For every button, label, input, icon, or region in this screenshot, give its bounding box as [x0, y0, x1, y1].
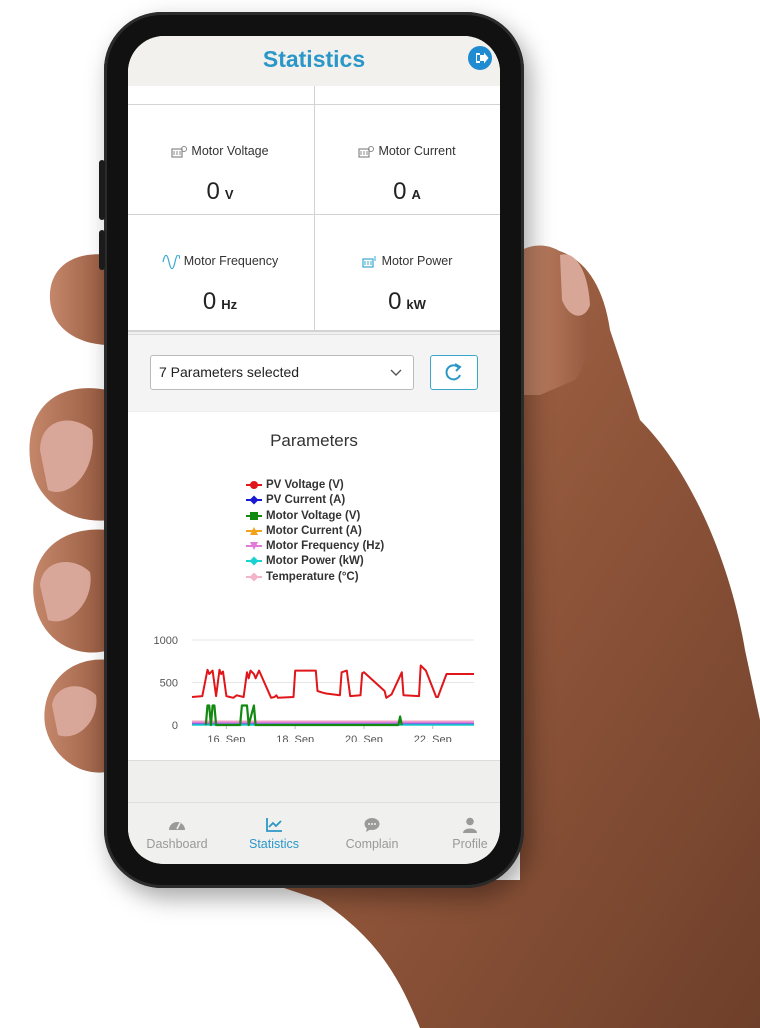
- nav-label: Complain: [345, 837, 399, 851]
- metric-unit: V: [224, 187, 234, 202]
- metric-value: 0: [388, 288, 402, 315]
- legend-swatch: [246, 480, 262, 489]
- metric-label: Motor Current: [378, 144, 456, 158]
- wave-icon: [162, 254, 180, 269]
- x-tick-label: 16. Sep: [207, 734, 245, 742]
- nav-complain[interactable]: Complain: [327, 817, 417, 851]
- series-line: [191, 664, 474, 699]
- legend-swatch: [246, 572, 262, 582]
- grid-divider: [128, 330, 500, 332]
- motor-icon: [361, 255, 376, 268]
- legend-swatch: [246, 511, 262, 520]
- legend-swatch: [246, 542, 262, 551]
- metric-motor-power: Motor Power 0 kW: [315, 216, 499, 324]
- chart-icon: [266, 818, 282, 832]
- legend-label: Motor Voltage (V): [266, 509, 361, 522]
- app-header: Statistics: [128, 36, 500, 86]
- y-tick-label: 0: [172, 720, 178, 732]
- bottom-navigation: Dashboard Statistics Complain Profile: [128, 802, 500, 864]
- user-icon: [463, 817, 477, 833]
- legend-item[interactable]: Temperature (°C): [246, 571, 384, 586]
- side-button: [99, 230, 105, 270]
- volume-button: [99, 160, 105, 220]
- parameter-select[interactable]: 7 Parameters selected: [150, 355, 414, 390]
- chevron-down-icon: [390, 369, 402, 376]
- metric-unit: Hz: [221, 297, 238, 312]
- grid-divider: [128, 104, 500, 105]
- parameter-selector-row: 7 Parameters selected: [128, 334, 500, 411]
- legend-item[interactable]: Motor Power (kW): [246, 555, 384, 570]
- legend-label: PV Voltage (V): [266, 479, 344, 491]
- parameters-chart: 1000500016. Sep18. Sep20. Sep22. SepTime: [154, 635, 474, 742]
- nav-statistics[interactable]: Statistics: [229, 817, 319, 851]
- metric-motor-current: Motor Current 0A: [315, 106, 499, 214]
- legend-item[interactable]: PV Current (A): [246, 494, 384, 509]
- parameter-select-value: 7 Parameters selected: [159, 364, 300, 380]
- dashboard-icon: [169, 822, 185, 830]
- legend-item[interactable]: Motor Frequency (Hz): [246, 540, 384, 555]
- legend-label: PV Current (A): [266, 494, 346, 507]
- logout-icon[interactable]: [468, 46, 492, 70]
- x-tick-label: 22. Sep: [414, 734, 452, 742]
- nav-profile[interactable]: Profile: [425, 817, 500, 851]
- grid-divider: [128, 214, 500, 215]
- metric-label: Motor Power: [381, 254, 453, 268]
- nav-dashboard[interactable]: Dashboard: [132, 817, 222, 851]
- x-tick-label: 20. Sep: [345, 734, 383, 742]
- metric-label: Motor Frequency: [183, 254, 279, 268]
- nav-label: Statistics: [248, 837, 299, 851]
- motor-icon: [171, 145, 188, 158]
- legend-label: Temperature (°C): [266, 570, 359, 583]
- nav-label: Dashboard: [146, 837, 208, 851]
- app-screen: Statistics Motor Voltage 0V Motor Curren…: [128, 36, 500, 864]
- refresh-icon: [445, 363, 462, 381]
- motor-icon: [358, 145, 375, 158]
- metric-value: 0: [202, 288, 217, 315]
- legend-item[interactable]: Motor Current (A): [246, 525, 384, 540]
- legend-swatch: [246, 556, 262, 566]
- metrics-grid: Motor Voltage 0V Motor Current 0A Motor …: [128, 86, 500, 332]
- legend-item[interactable]: Motor Voltage (V): [246, 510, 384, 525]
- metric-unit: kW: [406, 297, 426, 312]
- legend-item[interactable]: PV Voltage (V): [246, 479, 384, 494]
- y-tick-label: 1000: [154, 635, 178, 647]
- logout-arrow-icon: [476, 52, 489, 64]
- metric-value: 0: [206, 178, 220, 205]
- metric-unit: A: [411, 187, 421, 202]
- x-tick-label: 18. Sep: [276, 734, 314, 742]
- chat-icon: [364, 818, 380, 832]
- legend-swatch: [246, 526, 262, 535]
- nav-label: Profile: [452, 837, 488, 851]
- metric-motor-frequency: Motor Frequency 0 Hz: [128, 216, 312, 324]
- metric-value: 0: [393, 178, 407, 205]
- metric-label: Motor Voltage: [191, 144, 269, 158]
- legend-label: Motor Power (kW): [266, 555, 364, 568]
- refresh-button[interactable]: [430, 355, 478, 390]
- y-tick-label: 500: [160, 678, 178, 690]
- chart-title: Parameters: [270, 431, 358, 450]
- legend-swatch: [246, 495, 262, 505]
- page-title: Statistics: [262, 46, 366, 72]
- metric-motor-voltage: Motor Voltage 0V: [128, 106, 312, 214]
- legend-label: Motor Current (A): [266, 524, 362, 537]
- legend-label: Motor Frequency (Hz): [266, 540, 385, 553]
- chart-legend: PV Voltage (V) PV Current (A) Motor Voltag…: [246, 479, 384, 586]
- parameters-chart-panel: Parameters PV Voltage (V) PV Current (A) M…: [128, 412, 500, 761]
